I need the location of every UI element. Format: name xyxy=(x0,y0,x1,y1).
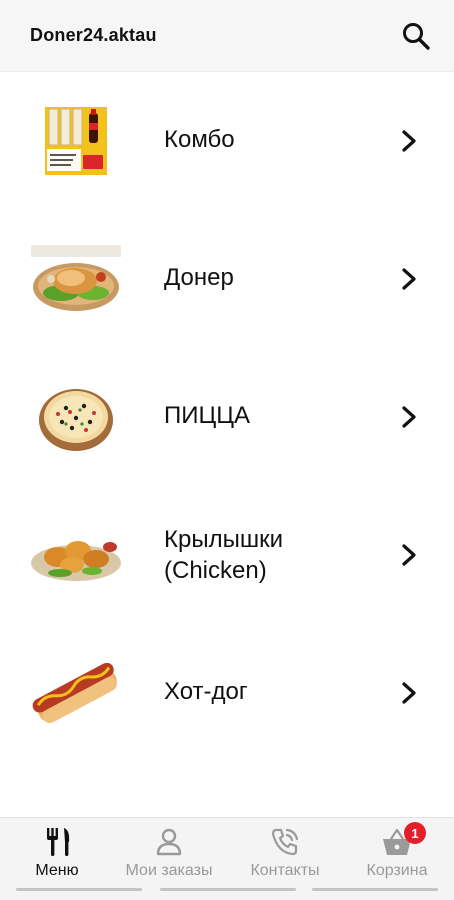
chevron-right-icon xyxy=(402,130,416,152)
category-item-hot-dog[interactable]: Хот-дог xyxy=(0,624,454,762)
user-icon xyxy=(156,828,182,856)
category-label: Крылышки (Chicken) xyxy=(164,524,283,586)
category-label: Донер xyxy=(164,264,234,291)
category-label-line1: Крылышки xyxy=(164,526,283,553)
chevron-right-icon xyxy=(402,268,416,290)
category-item-partial[interactable] xyxy=(0,762,454,817)
category-list: Комбо Донер ПИЦЦА Крылышки (Chicken) Хот… xyxy=(0,72,454,817)
pizza-image xyxy=(30,377,122,457)
search-icon xyxy=(403,22,430,50)
search-button[interactable] xyxy=(398,18,434,54)
tab-label: Контакты xyxy=(250,862,320,879)
chevron-right-icon xyxy=(402,544,416,566)
tab-underline xyxy=(312,888,438,891)
category-item-pizza[interactable]: ПИЦЦА xyxy=(0,348,454,486)
tab-underline xyxy=(16,888,142,891)
chicken-wings-image xyxy=(30,515,122,595)
category-label-line2: (Chicken) xyxy=(164,557,267,584)
hot-dog-image xyxy=(30,653,122,733)
partial-item-image xyxy=(30,792,122,817)
tab-label: Меню xyxy=(35,862,79,879)
category-label: Хот-дог xyxy=(164,678,248,705)
tab-label: Мои заказы xyxy=(125,862,213,879)
phone-icon xyxy=(271,828,299,856)
category-label: Комбо xyxy=(164,126,235,153)
category-item-chicken-wings[interactable]: Крылышки (Chicken) xyxy=(0,486,454,624)
app-bar: Doner24.aktau xyxy=(0,0,454,72)
category-item-combo[interactable]: Комбо xyxy=(0,72,454,210)
chevron-right-icon xyxy=(402,682,416,704)
fork-knife-icon xyxy=(47,828,70,856)
doner-image xyxy=(30,239,122,319)
app-title: Doner24.aktau xyxy=(30,25,157,45)
tab-underline xyxy=(160,888,296,891)
chevron-right-icon xyxy=(402,406,416,428)
category-label: ПИЦЦА xyxy=(164,402,251,429)
category-item-doner[interactable]: Донер xyxy=(0,210,454,348)
tab-label: Корзина xyxy=(366,862,428,879)
combo-image xyxy=(30,101,122,181)
bottom-tab-bar: Меню Мои заказы Контакты 1 Корзина xyxy=(0,817,454,900)
cart-count-badge: 1 xyxy=(404,822,426,844)
